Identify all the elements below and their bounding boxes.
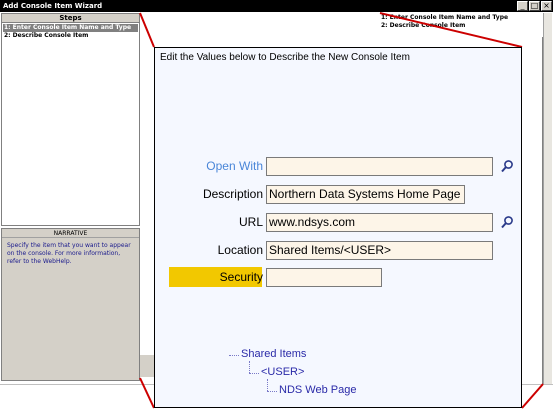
window-title: Add Console Item Wizard [3, 2, 103, 10]
url-input[interactable]: www.ndsys.com [266, 213, 493, 232]
maximize-button[interactable]: □ [529, 1, 540, 11]
narrative-panel: NARRATIVE Specify the item that you want… [1, 228, 140, 381]
right-steps-list: 1: Enter Console Item Name and Type 2: D… [380, 13, 543, 37]
security-input[interactable] [266, 268, 382, 287]
tree-connector [229, 355, 239, 356]
tree-connector [267, 391, 277, 392]
right-step-1: 1: Enter Console Item Name and Type [381, 14, 509, 21]
security-label: Security [219, 270, 263, 284]
location-input[interactable]: Shared Items/<USER> [266, 241, 493, 260]
zoomed-form-panel: Edit the Values below to Describe the Ne… [154, 47, 522, 408]
magnifier-icon[interactable] [500, 215, 514, 229]
location-label: Location [217, 243, 263, 257]
tree-connector [267, 379, 268, 391]
tree-node-nds-web-page[interactable]: NDS Web Page [279, 383, 356, 397]
narrative-header: NARRATIVE [2, 229, 139, 238]
description-input[interactable]: Northern Data Systems Home Page [266, 185, 465, 204]
minimize-button[interactable]: _ [517, 1, 528, 11]
magnifier-icon[interactable] [500, 159, 514, 173]
description-label: Description [202, 187, 263, 201]
tree-connector [249, 361, 250, 373]
step-item-2[interactable]: 2: Describe Console Item [3, 32, 138, 40]
right-step-2: 2: Describe Console Item [381, 22, 466, 29]
url-label: URL [238, 215, 263, 229]
tree-node-user[interactable]: <USER> [261, 365, 304, 379]
close-button[interactable]: × [541, 1, 552, 11]
tree-connector [249, 373, 259, 374]
narrative-text: Specify the item that you want to appear… [7, 242, 131, 265]
tree-node-shared-items[interactable]: Shared Items [241, 347, 306, 361]
steps-panel: Steps 1: Enter Console Item Name and Typ… [1, 13, 140, 226]
vertical-scrollbar[interactable] [543, 13, 552, 384]
open-with-input[interactable] [266, 157, 493, 176]
steps-header: Steps [2, 14, 139, 23]
step-item-1[interactable]: 1: Enter Console Item Name and Type [3, 24, 138, 32]
form-heading: Edit the Values below to Describe the Ne… [160, 52, 410, 63]
open-with-label[interactable]: Open With [185, 157, 263, 176]
title-bar: Add Console Item Wizard _ □ × [0, 0, 553, 12]
